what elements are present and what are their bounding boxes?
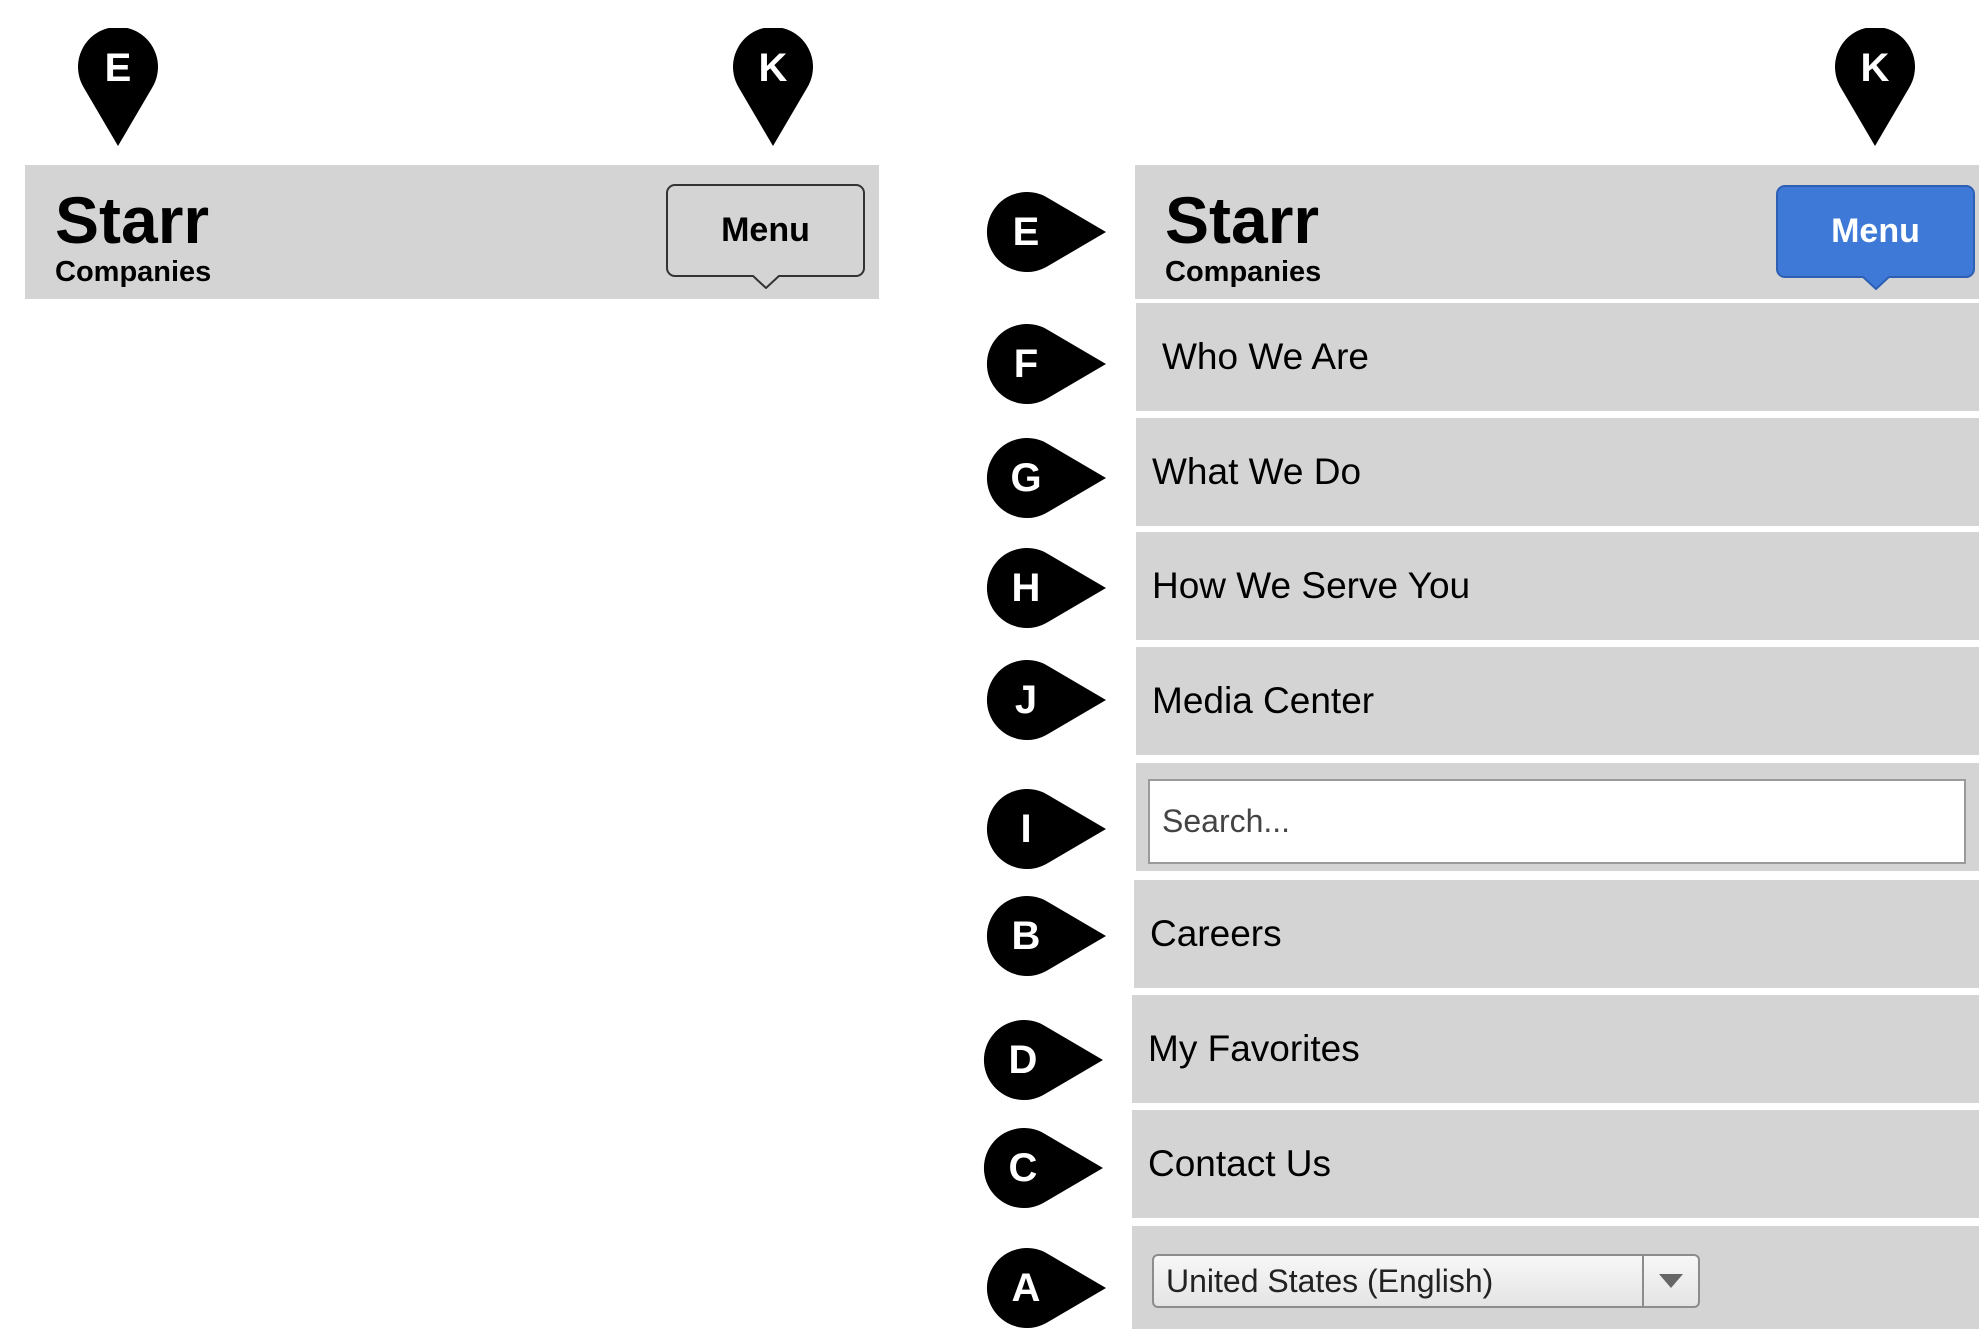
marker-label: G bbox=[1010, 456, 1042, 500]
marker-label: E bbox=[1012, 210, 1040, 254]
marker-d: D bbox=[983, 1020, 1105, 1100]
nav-item-media-center[interactable]: Media Center bbox=[1136, 647, 1979, 755]
menu-pointer-icon bbox=[1861, 276, 1890, 290]
marker-label: D bbox=[1008, 1038, 1038, 1082]
menu-button-label: Menu bbox=[1831, 212, 1920, 250]
nav-item-careers[interactable]: Careers bbox=[1134, 880, 1979, 988]
search-row bbox=[1136, 763, 1979, 871]
marker-f: F bbox=[986, 324, 1108, 404]
marker-k-expanded: K bbox=[1835, 26, 1915, 148]
brand-logo-sub: Companies bbox=[1165, 256, 1322, 288]
marker-c: C bbox=[983, 1128, 1105, 1208]
nav-item-label: My Favorites bbox=[1148, 1028, 1360, 1069]
marker-label: I bbox=[1020, 807, 1032, 851]
nav-item-how-we-serve-you[interactable]: How We Serve You bbox=[1136, 532, 1979, 640]
menu-button-label: Menu bbox=[721, 211, 810, 249]
brand-logo-sub: Companies bbox=[55, 256, 212, 288]
marker-b: B bbox=[986, 896, 1108, 976]
marker-label: A bbox=[1011, 1266, 1041, 1310]
language-select-value: United States (English) bbox=[1166, 1262, 1494, 1299]
marker-label: H bbox=[1011, 566, 1041, 610]
marker-k-collapsed: K bbox=[733, 26, 813, 148]
nav-item-contact-us[interactable]: Contact Us bbox=[1132, 1110, 1979, 1218]
brand-logo-name[interactable]: Starr bbox=[1165, 187, 1319, 253]
collapsed-view: E K Starr Companies Menu bbox=[0, 0, 900, 320]
expanded-view: K Starr Companies Menu E Who We Are F Wh… bbox=[980, 0, 1979, 1329]
menu-button-active[interactable]: Menu bbox=[1776, 185, 1975, 290]
dropdown-arrow-box[interactable] bbox=[1642, 1256, 1698, 1306]
marker-h: H bbox=[986, 548, 1108, 628]
marker-label: J bbox=[1014, 678, 1038, 722]
marker-e-collapsed: E bbox=[78, 26, 158, 148]
marker-e-expanded: E bbox=[986, 192, 1108, 272]
menu-button[interactable]: Menu bbox=[666, 184, 865, 289]
marker-label: B bbox=[1011, 914, 1041, 958]
nav-item-what-we-do[interactable]: What We Do bbox=[1136, 418, 1979, 526]
marker-label: K bbox=[758, 46, 788, 90]
marker-label: K bbox=[1860, 46, 1890, 90]
marker-i: I bbox=[986, 789, 1108, 869]
marker-label: E bbox=[104, 46, 132, 90]
marker-label: F bbox=[1013, 342, 1039, 386]
nav-item-who-we-are[interactable]: Who We Are bbox=[1136, 303, 1979, 411]
nav-item-label: What We Do bbox=[1152, 451, 1362, 492]
brand-logo-name[interactable]: Starr bbox=[55, 187, 209, 253]
marker-j: J bbox=[986, 660, 1108, 740]
marker-a: A bbox=[986, 1248, 1108, 1328]
nav-item-label: Who We Are bbox=[1162, 336, 1370, 377]
nav-item-label: Media Center bbox=[1152, 680, 1375, 721]
nav-item-label: How We Serve You bbox=[1152, 565, 1471, 606]
collapsed-header-bar: Starr Companies Menu bbox=[25, 165, 879, 299]
caret-down-icon bbox=[1659, 1274, 1683, 1288]
marker-g: G bbox=[986, 438, 1108, 518]
expanded-header-bar: Starr Companies Menu bbox=[1135, 165, 1979, 299]
language-row: United States (English) bbox=[1132, 1226, 1979, 1329]
nav-item-label: Contact Us bbox=[1148, 1143, 1332, 1184]
menu-pointer-icon bbox=[751, 275, 780, 289]
marker-label: C bbox=[1008, 1146, 1038, 1190]
nav-item-my-favorites[interactable]: My Favorites bbox=[1132, 995, 1979, 1103]
nav-item-label: Careers bbox=[1150, 913, 1282, 954]
language-select[interactable]: United States (English) bbox=[1152, 1254, 1700, 1308]
search-input[interactable] bbox=[1148, 779, 1966, 864]
